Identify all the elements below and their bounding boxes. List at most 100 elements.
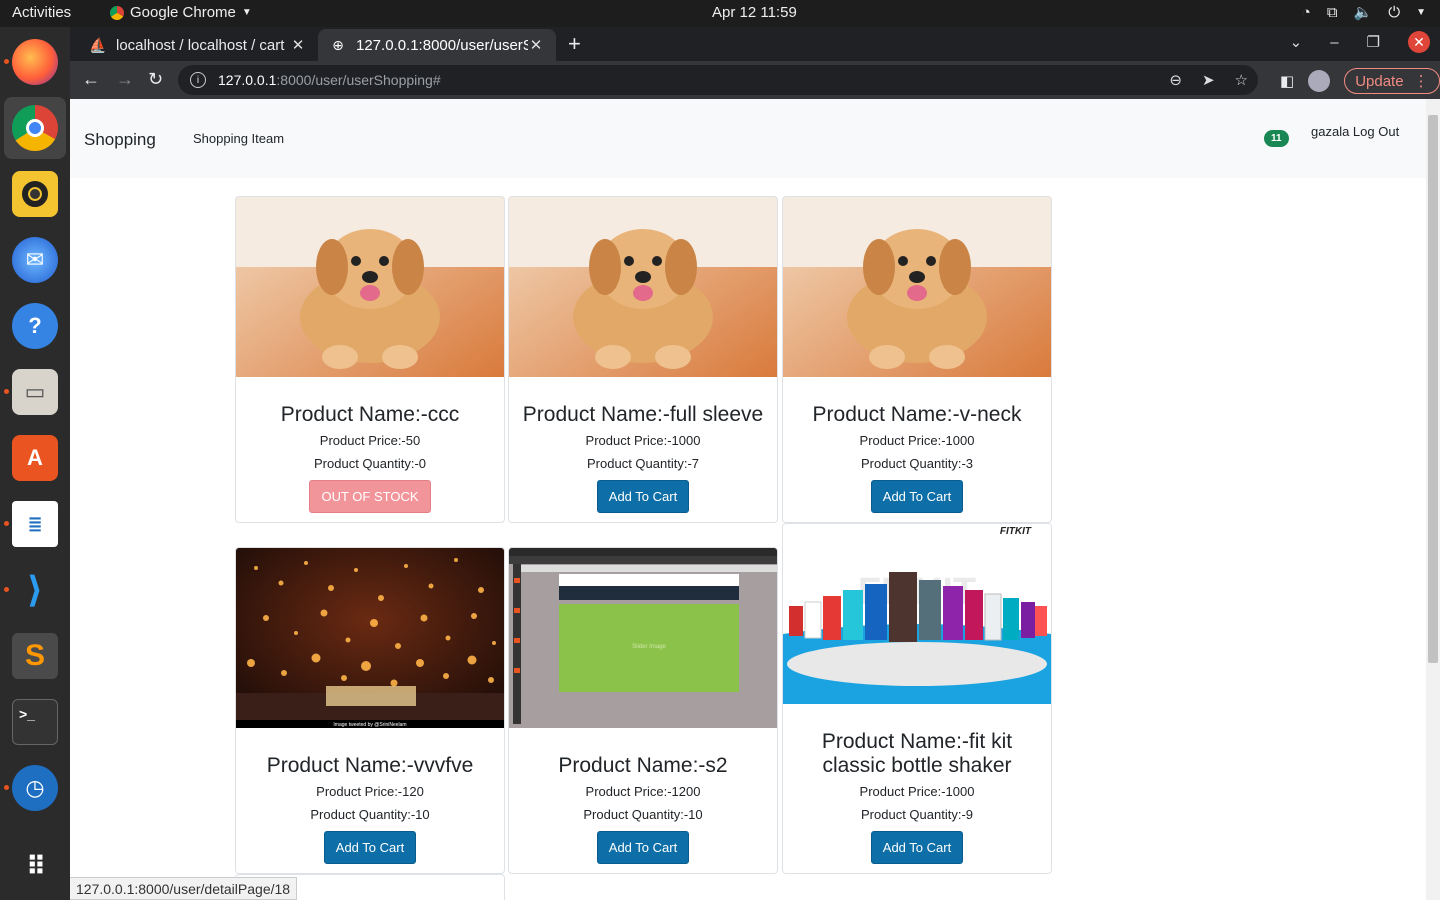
network-icon[interactable]: ⧉ (1327, 4, 1338, 21)
terminal-icon[interactable]: >_ (12, 699, 58, 745)
running-indicator (4, 521, 9, 526)
clock[interactable]: Apr 12 11:59 (712, 4, 797, 21)
out-of-stock-button[interactable]: OUT OF STOCK (309, 480, 431, 513)
product-card[interactable]: Product Name:-v-neck Product Price:-1000… (782, 196, 1052, 523)
product-image[interactable]: Image tweeted by @SriniNeelam (236, 548, 504, 728)
product-card[interactable]: Slider Image Product Name:-s2 Product Pr… (508, 547, 778, 874)
app-menu-label: Google Chrome (130, 4, 236, 21)
image-caption: Image tweeted by @SriniNeelam (333, 722, 406, 728)
files-icon[interactable]: ▭ (12, 369, 58, 415)
more-menu-icon: ⋮ (1413, 73, 1429, 90)
product-image[interactable] (509, 197, 777, 377)
chevron-down-icon: ▼ (241, 7, 252, 18)
product-image[interactable]: Slider Image (509, 548, 777, 728)
tab-user-shopping[interactable]: ⊕ 127.0.0.1:8000/user/userShopping# ✕ (318, 29, 556, 61)
running-indicator (4, 587, 9, 592)
site-info-icon[interactable]: i (190, 72, 206, 88)
page-viewport: Shopping Shopping Iteam 11 gazala Log Ou… (70, 99, 1426, 900)
navbar-brand[interactable]: Shopping (84, 130, 156, 150)
thunderbird-icon[interactable]: ✉ (12, 237, 58, 283)
site-navbar: Shopping Shopping Iteam 11 gazala Log Ou… (70, 99, 1426, 178)
scrollbar-thumb[interactable] (1428, 115, 1438, 663)
profile-avatar[interactable] (1308, 70, 1331, 92)
running-indicator (4, 59, 9, 64)
puppy-photo (236, 197, 504, 377)
close-icon[interactable]: ✕ (290, 36, 306, 54)
zoom-icon[interactable]: ⊖ (1169, 71, 1182, 89)
product-price: Product Price:-120 (316, 784, 424, 799)
cart-count-badge[interactable]: 11 (1264, 130, 1289, 147)
user-logout-link[interactable]: gazala Log Out (1311, 124, 1399, 139)
chrome-icon[interactable] (12, 105, 58, 151)
new-tab-button[interactable]: + (568, 31, 581, 57)
power-icon[interactable]: ⏻ (1388, 4, 1400, 21)
help-icon[interactable]: ? (12, 303, 58, 349)
product-card[interactable]: Product Name:-ccc Product Price:-50 Prod… (235, 196, 505, 523)
update-button[interactable]: Update ⋮ (1344, 68, 1440, 94)
add-to-cart-button[interactable]: Add To Cart (870, 831, 964, 864)
product-name: Product Name:-v-neck (812, 403, 1022, 426)
product-card[interactable]: FITKIT FITKIT (782, 523, 1052, 874)
product-image[interactable]: FITKIT FITKIT (783, 524, 1051, 704)
add-to-cart-button[interactable]: Add To Cart (323, 831, 417, 864)
product-price: Product Price:-1000 (585, 433, 701, 448)
globe-icon: ⊕ (332, 36, 344, 53)
firefox-icon[interactable] (12, 39, 58, 85)
product-quantity: Product Quantity:-9 (861, 807, 973, 822)
timeshift-icon[interactable]: ◷ (12, 765, 58, 811)
system-top-bar: Activities Google Chrome ▼ Apr 12 11:59 … (0, 0, 1440, 27)
writer-icon[interactable]: ≣ (12, 501, 58, 547)
close-icon[interactable]: ✕ (528, 36, 544, 54)
tab-search-icon[interactable]: ⌄ (1290, 33, 1303, 51)
send-icon[interactable]: ➤ (1202, 71, 1215, 89)
product-quantity: Product Quantity:-10 (583, 807, 703, 822)
vscode-icon[interactable]: ⟩ (12, 567, 58, 613)
back-button[interactable]: ← (82, 69, 100, 90)
software-center-icon[interactable]: A (12, 435, 58, 481)
product-image[interactable] (236, 197, 504, 377)
add-to-cart-button[interactable]: Add To Cart (596, 480, 690, 513)
product-price: Product Price:-1200 (585, 784, 701, 799)
app-grid-icon[interactable]: ⠿ (12, 843, 58, 889)
activities-button[interactable]: Activities (12, 4, 71, 21)
tab-title: localhost / localhost / cart (116, 36, 285, 54)
reload-button[interactable]: ↻ (148, 69, 163, 90)
system-tray[interactable]: ◔ ⧉ 🔈 ⏻ ▼ (1302, 3, 1426, 22)
update-label: Update (1355, 72, 1404, 90)
omnibox-actions: ⊖ ➤ ☆ (1169, 71, 1248, 89)
tab-title: 127.0.0.1:8000/user/userShopping# (356, 36, 528, 54)
screenshot-photo: Slider Image (509, 548, 777, 728)
nav-link-shopping-item[interactable]: Shopping Iteam (193, 131, 284, 146)
sublime-text-icon[interactable]: S (12, 633, 58, 679)
app-menu[interactable]: Google Chrome ▼ (110, 4, 252, 21)
dock: ✉ ? ▭ A ≣ ⟩ S >_ ◷ ⠿ (0, 27, 70, 900)
product-name: Product Name:-full sleeve (522, 403, 764, 426)
rhythmbox-icon[interactable] (12, 171, 58, 217)
add-to-cart-button[interactable]: Add To Cart (596, 831, 690, 864)
timeshift-tray-icon[interactable]: ◔ (1302, 4, 1311, 21)
product-card[interactable]: Product Name:-full sleeve Product Price:… (508, 196, 778, 523)
link-status-bar: 127.0.0.1:8000/user/detailPage/18 (70, 877, 298, 900)
add-to-cart-button[interactable]: Add To Cart (870, 480, 964, 513)
forward-button[interactable]: → (116, 69, 134, 90)
shakers-photo: FITKIT FITKIT (783, 524, 1051, 704)
address-bar[interactable]: i 127.0.0.1:8000/user/userShopping# ⊖ ➤ … (178, 65, 1258, 95)
window-close-button[interactable]: ✕ (1408, 31, 1430, 53)
bookmark-star-icon[interactable]: ☆ (1235, 71, 1248, 89)
phpmyadmin-icon: ⛵ (89, 36, 107, 53)
product-card[interactable]: Image tweeted by @SriniNeelam Product Na… (235, 547, 505, 874)
minimize-button[interactable]: – (1330, 34, 1338, 51)
image-caption: FITKIT (1000, 526, 1032, 537)
product-image[interactable] (783, 197, 1051, 377)
page-scrollbar[interactable] (1426, 99, 1440, 900)
running-indicator (4, 785, 9, 790)
side-panel-icon[interactable]: ◧ (1280, 72, 1294, 90)
window-controls: ⌄ – ❐ ✕ (1290, 31, 1430, 53)
volume-icon[interactable]: 🔈 (1354, 3, 1373, 21)
tab-phpmyadmin[interactable]: ⛵ localhost / localhost / cart ✕ (78, 29, 318, 61)
product-name: Product Name:-s2 (558, 754, 728, 777)
restore-button[interactable]: ❐ (1367, 33, 1380, 51)
product-price: Product Price:-1000 (859, 433, 975, 448)
chevron-down-icon[interactable]: ▼ (1416, 7, 1426, 18)
running-indicator (4, 389, 9, 394)
